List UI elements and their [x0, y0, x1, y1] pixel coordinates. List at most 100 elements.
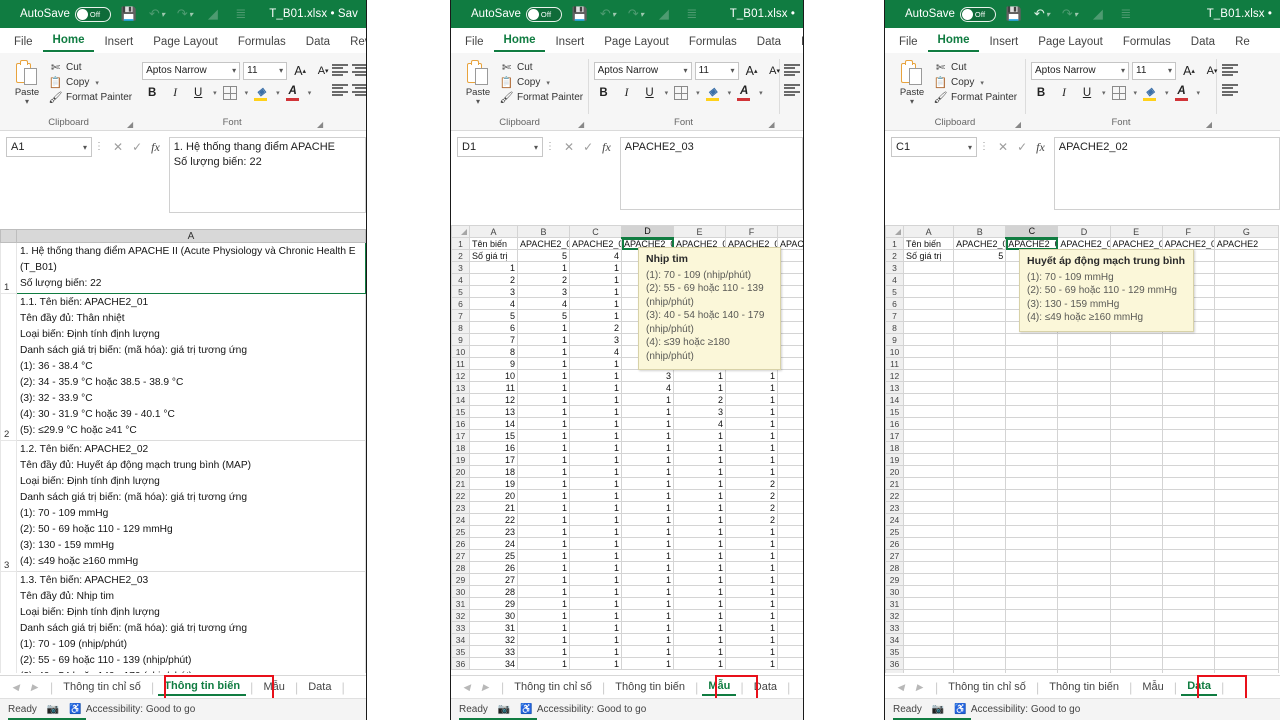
copy-button[interactable]: 📋 Copy ▾: [934, 76, 1017, 89]
cell[interactable]: APACHE2: [1213, 237, 1280, 250]
cell[interactable]: 1: [517, 633, 570, 646]
cell[interactable]: 1: [517, 549, 570, 562]
font-name-combo[interactable]: Aptos Narrow ▾: [142, 61, 241, 80]
cell[interactable]: 1: [517, 393, 570, 406]
cell[interactable]: [1109, 585, 1163, 598]
table-row[interactable]: 23 21 1 1 1 1 2: [451, 501, 803, 514]
cell[interactable]: [903, 381, 955, 394]
cell[interactable]: [1161, 657, 1215, 670]
row-header[interactable]: 30: [885, 585, 905, 598]
cell[interactable]: [1109, 537, 1163, 550]
table-row[interactable]: 3 1.2. Tên biến: APACHE2_02 Tên đầy đủ: …: [0, 440, 366, 572]
table-row[interactable]: 25 23 1 1 1 1 1: [451, 525, 803, 538]
cell[interactable]: [903, 537, 955, 550]
font-name-combo[interactable]: Aptos Narrow ▾: [1031, 61, 1129, 80]
cell[interactable]: 2: [725, 489, 778, 502]
cell[interactable]: 1: [621, 549, 674, 562]
status-accessibility[interactable]: ♿ Accessibility: Good to go: [520, 704, 646, 715]
row-header[interactable]: 34: [451, 633, 470, 646]
cell[interactable]: 1: [673, 597, 726, 610]
cell[interactable]: 1: [725, 429, 778, 442]
cell[interactable]: [1109, 609, 1163, 622]
cell[interactable]: 1: [725, 393, 778, 406]
row-header[interactable]: 28: [885, 561, 905, 574]
chevron-down-icon[interactable]: ▾: [1197, 89, 1201, 97]
table-row[interactable]: 30: [885, 585, 1280, 598]
cell[interactable]: [1057, 645, 1111, 658]
cell[interactable]: [1109, 381, 1163, 394]
cell[interactable]: [953, 549, 1007, 562]
cell[interactable]: [1213, 633, 1280, 646]
row-header[interactable]: 29: [885, 573, 905, 586]
row-header[interactable]: 9: [885, 333, 905, 346]
dialog-launcher-icon[interactable]: ◢: [1015, 120, 1021, 129]
table-row[interactable]: 19 17 1 1 1 1 1: [451, 453, 803, 466]
cell[interactable]: [1161, 345, 1215, 358]
table-row[interactable]: 28 26 1 1 1 1 1: [451, 561, 803, 574]
cell[interactable]: [1161, 561, 1215, 574]
cell[interactable]: [1109, 489, 1163, 502]
borders-button[interactable]: [1109, 83, 1129, 102]
cell[interactable]: [1057, 417, 1111, 430]
enter-icon[interactable]: ✓: [1017, 140, 1027, 154]
row-header[interactable]: 2: [0, 293, 17, 441]
cell[interactable]: [1005, 597, 1059, 610]
ribbon-tab-file[interactable]: File: [455, 34, 494, 52]
cell[interactable]: 1: [569, 465, 622, 478]
cell[interactable]: APACHE2_01: [517, 237, 570, 250]
bold-button[interactable]: B: [594, 83, 614, 102]
cell[interactable]: [1213, 621, 1280, 634]
cell[interactable]: 1: [621, 537, 674, 550]
chevron-down-icon[interactable]: ▾: [1165, 89, 1169, 97]
cell[interactable]: [1057, 381, 1111, 394]
dialog-launcher-icon[interactable]: ◢: [317, 120, 323, 129]
cell[interactable]: [1005, 573, 1059, 586]
cell[interactable]: 1: [621, 573, 674, 586]
formula-input[interactable]: APACHE2_02: [1053, 137, 1280, 210]
cell[interactable]: [777, 429, 803, 442]
cell[interactable]: [1109, 405, 1163, 418]
paste-button[interactable]: Paste ▾: [456, 58, 500, 106]
table-row[interactable]: 1.3. Tên biến: APACHE2_03 Tên đầy đủ: Nh…: [0, 571, 366, 673]
recording-icon[interactable]: 📷: [932, 704, 944, 715]
cell[interactable]: 1: [569, 285, 622, 298]
table-row[interactable]: 9: [885, 333, 1280, 346]
chevron-down-icon[interactable]: ▾: [910, 98, 914, 106]
cell[interactable]: [1161, 477, 1215, 490]
row-header[interactable]: 34: [885, 633, 905, 646]
row-header[interactable]: 15: [451, 405, 470, 418]
cell[interactable]: [1057, 633, 1111, 646]
save-icon[interactable]: 💾: [570, 4, 590, 24]
cell[interactable]: 14: [469, 417, 518, 430]
table-row[interactable]: 21: [885, 477, 1280, 490]
row-header[interactable]: 4: [451, 273, 470, 286]
row-header[interactable]: 19: [451, 453, 470, 466]
table-row[interactable]: 27: [885, 549, 1280, 562]
chevron-down-icon[interactable]: ▾: [546, 79, 550, 87]
cell[interactable]: [1057, 369, 1111, 382]
cell[interactable]: [777, 381, 803, 394]
worksheet-grid[interactable]: A B C D E F G 1 Tên biến APACHE2_01 APAC…: [885, 225, 1280, 673]
cell[interactable]: [1005, 453, 1059, 466]
cell[interactable]: [1109, 369, 1163, 382]
cell[interactable]: [953, 477, 1007, 490]
name-box[interactable]: D1 ▾: [457, 137, 543, 157]
row-header[interactable]: 23: [451, 501, 470, 514]
cell[interactable]: [777, 633, 803, 646]
row-header[interactable]: 22: [885, 489, 905, 502]
table-row[interactable]: 29: [885, 573, 1280, 586]
cell[interactable]: [903, 573, 955, 586]
cell[interactable]: [777, 513, 803, 526]
cell[interactable]: [1161, 501, 1215, 514]
cell[interactable]: 2: [725, 501, 778, 514]
cell[interactable]: [777, 561, 803, 574]
row-header[interactable]: 21: [885, 477, 905, 490]
cell[interactable]: 1: [517, 561, 570, 574]
cell-a2[interactable]: 1.1. Tên biến: APACHE2_01 Tên đầy đủ: Th…: [16, 293, 366, 441]
cell[interactable]: [777, 333, 803, 346]
cell[interactable]: 1: [569, 393, 622, 406]
row-header[interactable]: 18: [885, 441, 905, 454]
cell[interactable]: [1057, 453, 1111, 466]
borders-button[interactable]: [220, 83, 240, 102]
cell[interactable]: 1: [621, 489, 674, 502]
